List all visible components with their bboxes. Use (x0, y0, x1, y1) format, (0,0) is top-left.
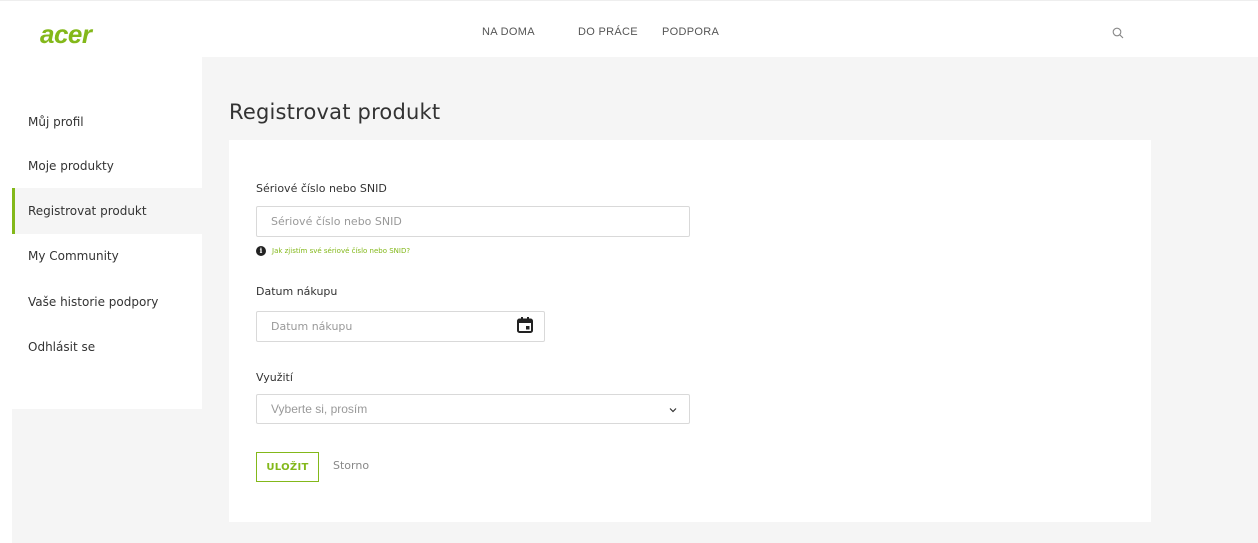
account-sidebar: Můj profil Moje produkty Registrovat pro… (12, 57, 202, 409)
usage-select-value: Vyberte si, prosím (271, 402, 368, 416)
serial-label: Sériové číslo nebo SNID (256, 182, 387, 195)
purchase-date-label: Datum nákupu (256, 285, 338, 298)
sidebar-item-products[interactable]: Moje produkty (12, 143, 202, 189)
nav-podpora[interactable]: PODPORA (662, 26, 719, 38)
serial-hint-link[interactable]: Jak zjistím své sériové číslo nebo SNID? (272, 245, 410, 257)
usage-select[interactable]: Vyberte si, prosím (256, 394, 690, 424)
sidebar-item-support-history[interactable]: Vaše historie podpory (12, 279, 202, 325)
sidebar-item-community[interactable]: My Community (12, 233, 202, 279)
cancel-link[interactable]: Storno (333, 459, 369, 472)
main-nav: NA DOMA DO PRÁCE PODPORA (0, 26, 1258, 40)
usage-label: Využití (256, 371, 293, 384)
save-button[interactable]: ULOŽIT (256, 452, 319, 482)
sidebar-item-profile[interactable]: Můj profil (12, 99, 202, 145)
page-title: Registrovat produkt (229, 100, 441, 124)
chevron-down-icon (669, 408, 677, 413)
nav-na-doma[interactable]: NA DOMA (482, 26, 535, 38)
sidebar-item-register-product[interactable]: Registrovat produkt (12, 188, 202, 234)
serial-input[interactable] (256, 206, 690, 237)
search-icon[interactable] (1112, 27, 1124, 39)
calendar-icon[interactable] (516, 316, 534, 334)
info-icon: i (256, 246, 266, 256)
sidebar-item-logout[interactable]: Odhlásit se (12, 324, 202, 370)
purchase-date-input[interactable] (256, 311, 545, 342)
nav-do-prace[interactable]: DO PRÁCE (578, 26, 638, 38)
site-header: acer NA DOMA DO PRÁCE PODPORA (0, 0, 1258, 57)
